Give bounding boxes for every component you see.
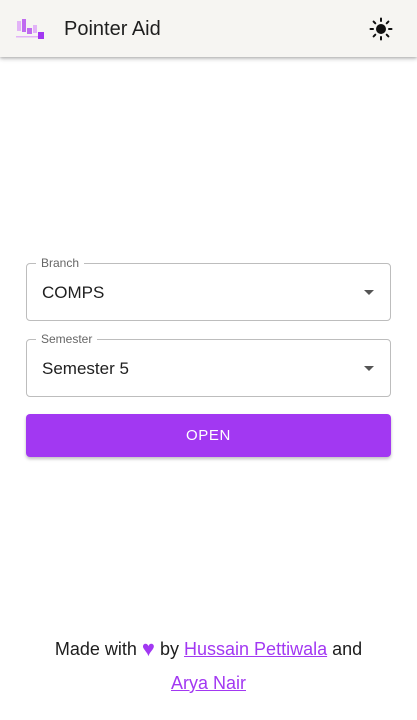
app: Pointer Aid Branch COMPS Semester Semest… bbox=[0, 0, 417, 720]
app-bar: Pointer Aid bbox=[0, 0, 417, 57]
open-button[interactable]: OPEN bbox=[26, 414, 391, 457]
semester-value: Semester 5 bbox=[42, 359, 129, 378]
bar-chart-logo-icon bbox=[16, 19, 44, 39]
footer-line-2: Arya Nair bbox=[0, 666, 417, 700]
heart-icon: ♥ bbox=[141, 636, 155, 661]
made-with-text: Made with bbox=[54, 639, 137, 659]
author-link-hussain[interactable]: Hussain Pettiwala bbox=[184, 639, 327, 659]
theme-toggle-button[interactable] bbox=[367, 15, 395, 43]
semester-select[interactable]: Semester Semester 5 bbox=[26, 332, 391, 397]
dropdown-arrow-icon bbox=[364, 290, 374, 295]
branch-label: Branch bbox=[36, 256, 85, 271]
dropdown-arrow-icon bbox=[364, 366, 374, 371]
and-text: and bbox=[332, 639, 363, 659]
branch-value: COMPS bbox=[42, 283, 105, 302]
app-title: Pointer Aid bbox=[64, 18, 161, 40]
sun-icon bbox=[369, 17, 393, 41]
author-link-arya[interactable]: Arya Nair bbox=[171, 673, 246, 693]
footer-credits: Made with ♥ by Hussain Pettiwala and Ary… bbox=[0, 632, 417, 700]
footer-line-1: Made with ♥ by Hussain Pettiwala and bbox=[0, 632, 417, 666]
semester-label: Semester bbox=[36, 332, 98, 347]
by-text: by bbox=[159, 639, 179, 659]
branch-select[interactable]: Branch COMPS bbox=[26, 256, 391, 321]
